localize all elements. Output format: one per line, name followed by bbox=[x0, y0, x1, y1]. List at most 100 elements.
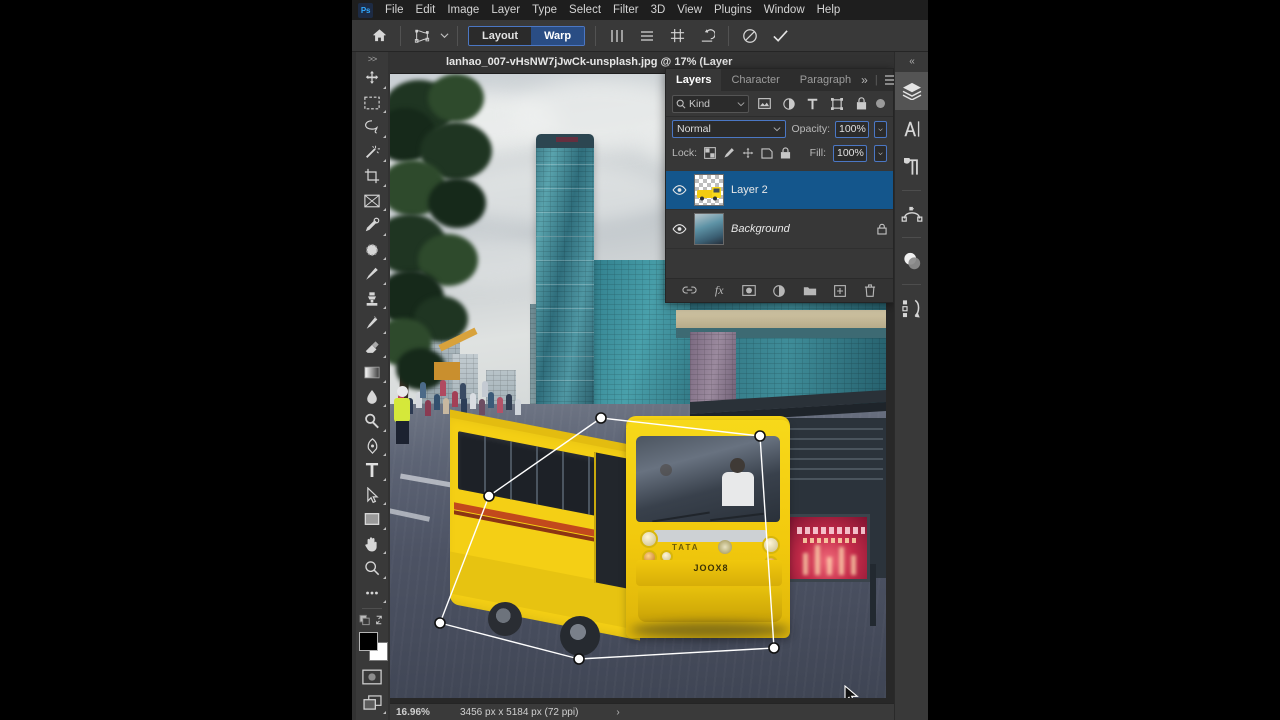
link-layers-icon[interactable] bbox=[679, 281, 699, 301]
opacity-value[interactable]: 100% bbox=[835, 120, 869, 138]
layers-list: Layer 2 Background bbox=[666, 171, 893, 271]
type-filter-icon[interactable] bbox=[804, 95, 822, 113]
menu-3d[interactable]: 3D bbox=[645, 0, 672, 20]
move-tool[interactable] bbox=[356, 66, 388, 91]
more-tools-icon[interactable] bbox=[356, 581, 388, 606]
type-tool[interactable] bbox=[356, 458, 388, 483]
layer-lock-icon[interactable] bbox=[877, 223, 887, 235]
opacity-stepper[interactable] bbox=[874, 120, 887, 138]
tab-character[interactable]: Character bbox=[721, 69, 789, 91]
menu-type[interactable]: Type bbox=[526, 0, 563, 20]
character-panel-icon[interactable] bbox=[895, 110, 928, 148]
adjustments-panel-icon[interactable] bbox=[895, 242, 928, 280]
new-layer-icon[interactable] bbox=[830, 281, 850, 301]
tab-paragraph[interactable]: Paragraph bbox=[790, 69, 861, 91]
history-brush-tool[interactable] bbox=[356, 311, 388, 336]
menu-file[interactable]: File bbox=[379, 0, 410, 20]
reset-warp-icon[interactable] bbox=[692, 23, 722, 49]
menu-select[interactable]: Select bbox=[563, 0, 607, 20]
lock-transparent-pixels-icon[interactable] bbox=[704, 147, 716, 159]
magic-wand-tool[interactable] bbox=[356, 140, 388, 165]
spot-healing-brush-tool[interactable] bbox=[356, 238, 388, 263]
lock-all-icon[interactable] bbox=[780, 147, 791, 159]
blend-mode-dropdown[interactable]: Normal bbox=[672, 120, 787, 138]
delete-layer-icon[interactable] bbox=[860, 281, 880, 301]
toolbar-expand-icon[interactable]: >> bbox=[356, 52, 388, 66]
dodge-tool[interactable] bbox=[356, 409, 388, 434]
chevron-down-icon[interactable] bbox=[437, 23, 451, 49]
tab-layers[interactable]: Layers bbox=[666, 69, 722, 91]
filter-toggle-switch[interactable] bbox=[876, 99, 886, 108]
brush-tool[interactable] bbox=[356, 262, 388, 287]
panel-expand-icon[interactable]: » bbox=[861, 73, 868, 87]
menu-help[interactable]: Help bbox=[811, 0, 847, 20]
new-group-icon[interactable] bbox=[800, 281, 820, 301]
lasso-tool[interactable] bbox=[356, 115, 388, 140]
paragraph-panel-icon[interactable] bbox=[895, 148, 928, 186]
lock-image-pixels-icon[interactable] bbox=[723, 147, 735, 159]
lock-artboard-icon[interactable] bbox=[761, 147, 773, 159]
layer-thumbnail[interactable] bbox=[694, 213, 724, 245]
cancel-transform-icon[interactable] bbox=[735, 23, 765, 49]
document-tab-title: lanhao_007-vHsNW7jJwCk-unsplash.jpg @ 17… bbox=[446, 56, 733, 68]
smart-object-filter-icon[interactable] bbox=[852, 95, 870, 113]
split-horizontal-icon[interactable] bbox=[632, 23, 662, 49]
bus-headlight bbox=[762, 536, 780, 554]
marquee-tool[interactable] bbox=[356, 91, 388, 116]
path-selection-tool[interactable] bbox=[356, 483, 388, 508]
default-colors-icon[interactable] bbox=[356, 612, 388, 628]
layer-style-fx-icon[interactable]: fx bbox=[709, 281, 729, 301]
split-vertical-icon[interactable] bbox=[602, 23, 632, 49]
menu-plugins[interactable]: Plugins bbox=[708, 0, 758, 20]
home-icon[interactable] bbox=[364, 23, 394, 49]
status-expand-icon[interactable]: › bbox=[616, 707, 619, 718]
clone-stamp-tool[interactable] bbox=[356, 287, 388, 312]
warp-tool-icon[interactable] bbox=[407, 23, 437, 49]
eyedropper-tool[interactable] bbox=[356, 213, 388, 238]
commit-transform-icon[interactable] bbox=[765, 23, 795, 49]
fill-value[interactable]: 100% bbox=[833, 144, 867, 162]
layer-name[interactable]: Layer 2 bbox=[731, 184, 768, 196]
color-swatches[interactable] bbox=[356, 630, 388, 664]
menu-window[interactable]: Window bbox=[758, 0, 811, 20]
menu-edit[interactable]: Edit bbox=[410, 0, 442, 20]
lock-position-icon[interactable] bbox=[742, 147, 754, 159]
menu-filter[interactable]: Filter bbox=[607, 0, 645, 20]
new-adjustment-layer-icon[interactable] bbox=[769, 281, 789, 301]
eraser-tool[interactable] bbox=[356, 336, 388, 361]
menu-image[interactable]: Image bbox=[441, 0, 485, 20]
shape-filter-icon[interactable] bbox=[828, 95, 846, 113]
layout-button[interactable]: Layout bbox=[469, 26, 532, 45]
layer-visibility-eye-icon[interactable] bbox=[672, 185, 687, 195]
layers-panel-icon[interactable] bbox=[895, 72, 928, 110]
filter-kind-dropdown[interactable]: Kind bbox=[672, 94, 750, 113]
history-panel-icon[interactable] bbox=[895, 289, 928, 327]
frame-tool[interactable] bbox=[356, 189, 388, 214]
warp-button[interactable]: Warp bbox=[531, 26, 585, 45]
rectangle-tool[interactable] bbox=[356, 507, 388, 532]
quick-mask-icon[interactable] bbox=[356, 664, 388, 690]
layer-name[interactable]: Background bbox=[731, 223, 790, 235]
adjustment-filter-icon[interactable] bbox=[779, 95, 797, 113]
paths-panel-icon[interactable] bbox=[895, 195, 928, 233]
gradient-tool[interactable] bbox=[356, 360, 388, 385]
foreground-color-swatch[interactable] bbox=[359, 632, 378, 651]
hand-tool[interactable] bbox=[356, 532, 388, 557]
table-row[interactable]: Background bbox=[666, 210, 893, 249]
pixel-filter-icon[interactable] bbox=[755, 95, 773, 113]
pen-tool[interactable] bbox=[356, 434, 388, 459]
add-layer-mask-icon[interactable] bbox=[739, 281, 759, 301]
crop-tool[interactable] bbox=[356, 164, 388, 189]
split-crosswise-icon[interactable] bbox=[662, 23, 692, 49]
zoom-tool[interactable] bbox=[356, 556, 388, 581]
layer-visibility-eye-icon[interactable] bbox=[672, 224, 687, 234]
dock-collapse-icon[interactable]: « bbox=[895, 52, 928, 72]
blur-tool[interactable] bbox=[356, 385, 388, 410]
zoom-level[interactable]: 16.96% bbox=[390, 707, 452, 718]
screen-mode-icon[interactable] bbox=[356, 690, 388, 716]
fill-stepper[interactable] bbox=[874, 144, 887, 162]
table-row[interactable]: Layer 2 bbox=[666, 171, 893, 210]
layer-thumbnail[interactable] bbox=[694, 174, 724, 206]
menu-layer[interactable]: Layer bbox=[485, 0, 526, 20]
menu-view[interactable]: View bbox=[671, 0, 708, 20]
